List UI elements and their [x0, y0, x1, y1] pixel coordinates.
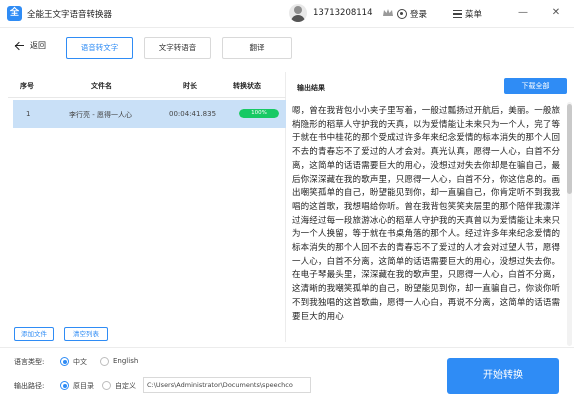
radio-original-dir[interactable]: [60, 381, 69, 390]
output-label: 输出结果: [297, 84, 325, 92]
output-scrollbar[interactable]: [567, 102, 572, 346]
radio-chinese-label[interactable]: 中文: [73, 357, 87, 367]
avatar-head-shape: [294, 6, 302, 14]
radio-english-label[interactable]: English: [113, 357, 138, 365]
file-list-panel: 序号 文件名 时长 转换状态 1 李行亮 - 愿得一人心 00:04:41.83…: [8, 72, 286, 342]
radio-chinese[interactable]: [60, 357, 69, 366]
scrollbar-thumb[interactable]: [567, 104, 572, 194]
arrow-left-icon: [14, 41, 24, 51]
output-text-area[interactable]: 嗯，曾在我背包小小夹子里写着，一般过瓢扬过开航后，美丽。一般旅梢隐形的稻草人守护…: [292, 105, 562, 345]
login-label: 登录: [410, 10, 428, 20]
title-bar: 全 全能王文字语音转换器 13713208114 登录 菜单 — ✕: [0, 0, 574, 28]
language-type-label: 语言类型:: [14, 358, 45, 366]
add-file-button[interactable]: 添加文件: [14, 327, 54, 341]
menu-button[interactable]: 菜单: [453, 6, 482, 22]
table-row[interactable]: 1 李行亮 - 愿得一人心 00:04:41.835 100%: [13, 100, 286, 128]
tab-text-to-speech[interactable]: 文字转语音: [144, 37, 211, 59]
menu-label: 菜单: [465, 10, 483, 20]
close-icon[interactable]: ✕: [548, 5, 564, 21]
output-path-input[interactable]: C:\Users\Administrator\Documents\speechc…: [143, 377, 311, 393]
radio-original-dir-label[interactable]: 原目录: [73, 381, 94, 391]
user-avatar[interactable]: [289, 4, 307, 22]
start-convert-button[interactable]: 开始转换: [447, 358, 559, 394]
vip-crown-icon: [383, 9, 393, 16]
clear-list-button[interactable]: 清空列表: [64, 327, 108, 341]
output-path-label: 输出路径:: [14, 382, 45, 390]
download-all-button[interactable]: 下载全部: [504, 78, 567, 94]
app-title: 全能王文字语音转换器: [27, 10, 113, 20]
tab-translate[interactable]: 翻译: [222, 37, 292, 59]
back-label: 返回: [30, 41, 46, 50]
back-button[interactable]: 返回: [14, 40, 46, 51]
avatar-body-shape: [291, 15, 305, 22]
row-duration: 00:04:41.835: [169, 110, 217, 118]
hamburger-icon: [453, 10, 462, 18]
radio-english[interactable]: [100, 357, 109, 366]
table-header: 序号 文件名 时长 转换状态: [8, 72, 286, 98]
tab-speech-to-text[interactable]: 语音转文字: [66, 37, 133, 59]
radio-custom-dir-label[interactable]: 自定义: [115, 381, 136, 391]
column-header-duration: 时长: [183, 82, 197, 90]
output-panel: 输出结果 下载全部 嗯，曾在我背包小小夹子里写着，一般过瓢扬过开航后，美丽。一般…: [286, 72, 574, 347]
conversion-progress-bar: 100%: [239, 109, 279, 118]
user-phone[interactable]: 13713208114: [313, 8, 373, 18]
row-index: 1: [26, 110, 31, 118]
divider: [0, 347, 574, 348]
radio-custom-dir[interactable]: [102, 381, 111, 390]
column-header-index: 序号: [20, 82, 34, 90]
column-header-filename: 文件名: [91, 82, 112, 90]
progress-fill: 100%: [239, 109, 279, 118]
row-filename: 李行亮 - 愿得一人心: [69, 111, 132, 119]
minimize-icon[interactable]: —: [515, 5, 531, 21]
app-logo-icon: 全: [7, 6, 22, 21]
login-button[interactable]: 登录: [397, 6, 427, 22]
column-header-status: 转换状态: [233, 82, 261, 90]
user-circle-icon: [397, 9, 407, 19]
